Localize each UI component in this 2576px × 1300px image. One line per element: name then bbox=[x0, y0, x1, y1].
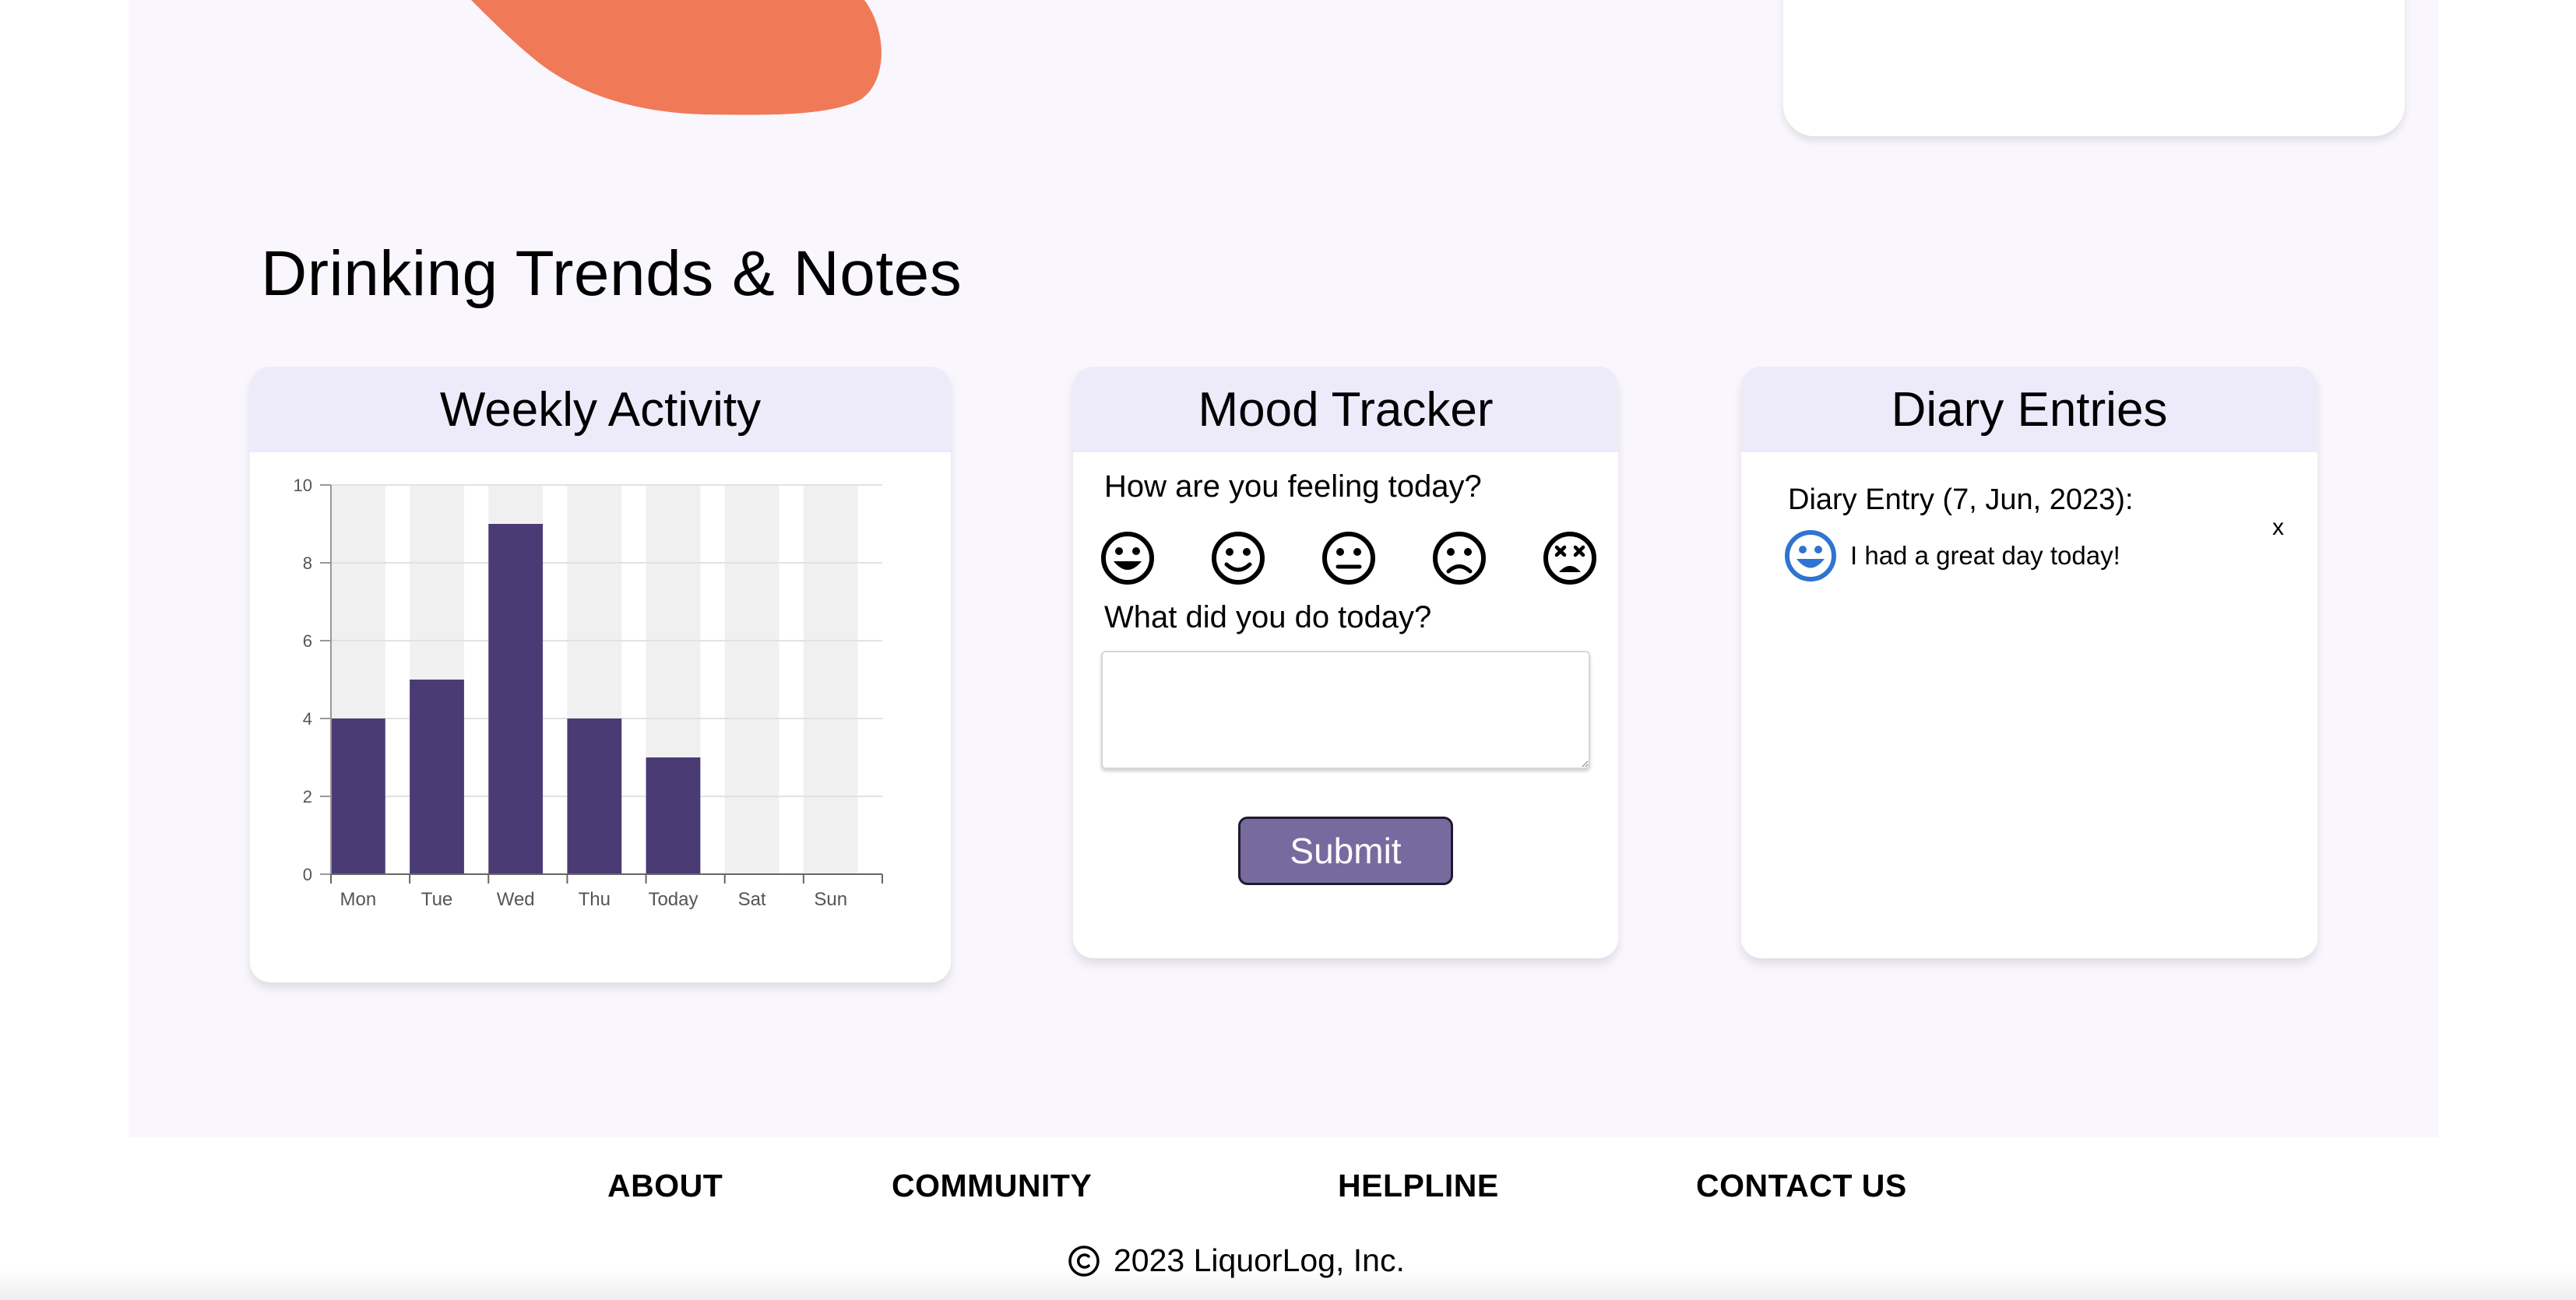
bar-mon bbox=[331, 719, 385, 874]
activity-textarea[interactable] bbox=[1101, 651, 1590, 769]
x-tick-label: Today bbox=[648, 889, 698, 910]
diary-entries-title: Diary Entries bbox=[1741, 367, 2317, 452]
footer-link-about[interactable]: ABOUT bbox=[607, 1168, 723, 1204]
grinning-face-icon[interactable] bbox=[1100, 530, 1156, 586]
y-tick-label: 0 bbox=[303, 865, 312, 884]
decorative-orange-blob bbox=[471, 0, 882, 115]
x-tick-label: Sat bbox=[738, 889, 766, 910]
bottom-shade bbox=[0, 1269, 2576, 1300]
mood-tracker-card: Mood Tracker How are you feeling today? bbox=[1073, 367, 1618, 958]
bar-track bbox=[803, 485, 858, 874]
smiling-face-icon bbox=[1785, 530, 1836, 581]
y-tick-label: 6 bbox=[303, 631, 312, 651]
diary-entry-date: Diary Entry (7, Jun, 2023): bbox=[1788, 483, 2134, 516]
diary-entries-card: Diary Entries Diary Entry (7, Jun, 2023)… bbox=[1741, 367, 2317, 958]
bar-thu bbox=[567, 719, 622, 874]
weekly-activity-chart: 0 2 4 6 8 10 Mon Tue Wed Thu Today Sat Sun bbox=[294, 476, 883, 910]
footer-link-community[interactable]: COMMUNITY bbox=[892, 1168, 1092, 1204]
neutral-face-icon[interactable] bbox=[1321, 530, 1377, 586]
diary-entry-delete-button[interactable]: x bbox=[2272, 515, 2284, 541]
x-tick-label: Tue bbox=[421, 889, 452, 910]
y-tick-label: 10 bbox=[294, 476, 312, 495]
y-tick-label: 4 bbox=[303, 709, 312, 729]
submit-button[interactable]: Submit bbox=[1238, 817, 1453, 885]
footer-link-helpline[interactable]: HELPLINE bbox=[1338, 1168, 1499, 1204]
footer-link-contact-us[interactable]: CONTACT US bbox=[1696, 1168, 1907, 1204]
activity-question: What did you do today? bbox=[1104, 600, 1432, 634]
x-tick-label: Wed bbox=[497, 889, 535, 910]
frowning-face-icon[interactable] bbox=[1431, 530, 1487, 586]
x-tick-label: Thu bbox=[579, 889, 611, 910]
weekly-activity-card: Weekly Activity 0 2 4 6 8 10 Mon Tue Wed Thu Today… bbox=[250, 367, 951, 982]
y-tick-label: 2 bbox=[303, 787, 312, 806]
mood-question: How are you feeling today? bbox=[1104, 469, 1482, 504]
mood-tracker-title: Mood Tracker bbox=[1073, 367, 1618, 452]
bar-tue bbox=[410, 680, 464, 874]
top-card bbox=[1783, 0, 2405, 136]
diary-entry: I had a great day today! bbox=[1783, 529, 2120, 583]
section-title: Drinking Trends & Notes bbox=[261, 238, 962, 309]
dizzy-face-icon[interactable] bbox=[1542, 530, 1598, 586]
x-tick-label: Mon bbox=[340, 889, 377, 910]
mood-faces bbox=[1100, 530, 1598, 586]
y-tick-label: 8 bbox=[303, 553, 312, 573]
x-tick-label: Sun bbox=[814, 889, 847, 910]
footer-nav: ABOUT COMMUNITY HELPLINE CONTACT US bbox=[0, 1168, 2576, 1214]
weekly-activity-title: Weekly Activity bbox=[250, 367, 951, 452]
bar-wed bbox=[488, 524, 544, 874]
bar-track bbox=[724, 485, 779, 874]
diary-entry-text: I had a great day today! bbox=[1850, 541, 2120, 570]
bar-today bbox=[646, 757, 701, 874]
smiling-face-icon[interactable] bbox=[1210, 530, 1266, 586]
